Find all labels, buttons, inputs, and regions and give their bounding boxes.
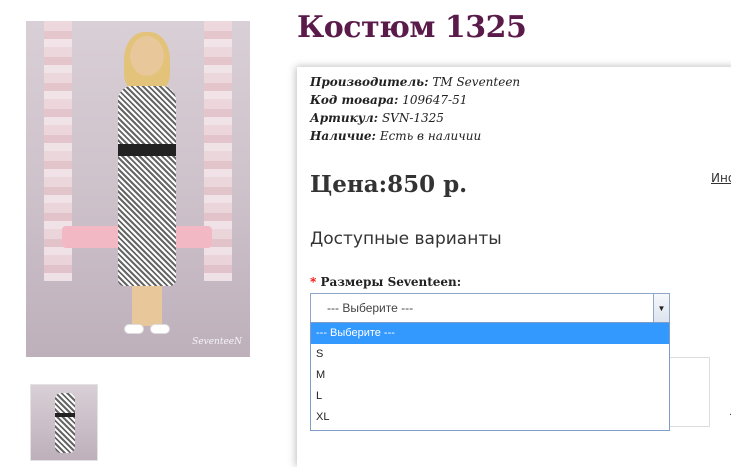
size-option-xl[interactable]: XL: [311, 407, 669, 428]
size-option-s[interactable]: S: [311, 344, 669, 365]
options-title: Доступные варианты: [310, 229, 502, 249]
size-option-label: * Размеры Seventeen:: [310, 275, 462, 289]
info-product-code: Код товара: 109647-51: [310, 93, 468, 107]
size-select-value: --- Выберите ---: [327, 301, 414, 315]
photo-watermark: SeventeeN: [192, 337, 242, 347]
info-manufacturer: Производитель: TM Seventeen: [310, 75, 521, 89]
product-thumbnail[interactable]: [30, 384, 98, 461]
size-option-m[interactable]: M: [311, 365, 669, 386]
product-main-photo[interactable]: SeventeeN: [26, 21, 250, 357]
info-article: Артикул: SVN-1325: [310, 111, 444, 125]
product-info-list: Производитель: TM Seventeen Код товара: …: [310, 73, 520, 145]
required-mark: *: [310, 275, 317, 289]
size-option-l[interactable]: L: [311, 386, 669, 407]
side-link[interactable]: Ино: [711, 171, 731, 185]
product-info-panel: Производитель: TM Seventeen Код товара: …: [297, 67, 731, 467]
info-availability: Наличие: Есть в наличии: [310, 129, 482, 143]
size-select[interactable]: --- Выберите --- ▼: [310, 293, 670, 323]
size-dropdown-list[interactable]: --- Выберите --- S M L XL: [310, 322, 670, 431]
photo-model: [112, 32, 182, 336]
chevron-down-icon[interactable]: ▼: [653, 294, 669, 322]
page-title: Костюм 1325: [297, 10, 527, 45]
size-option-placeholder[interactable]: --- Выберите ---: [311, 323, 669, 344]
product-price: Цена:850 р.: [310, 171, 468, 198]
